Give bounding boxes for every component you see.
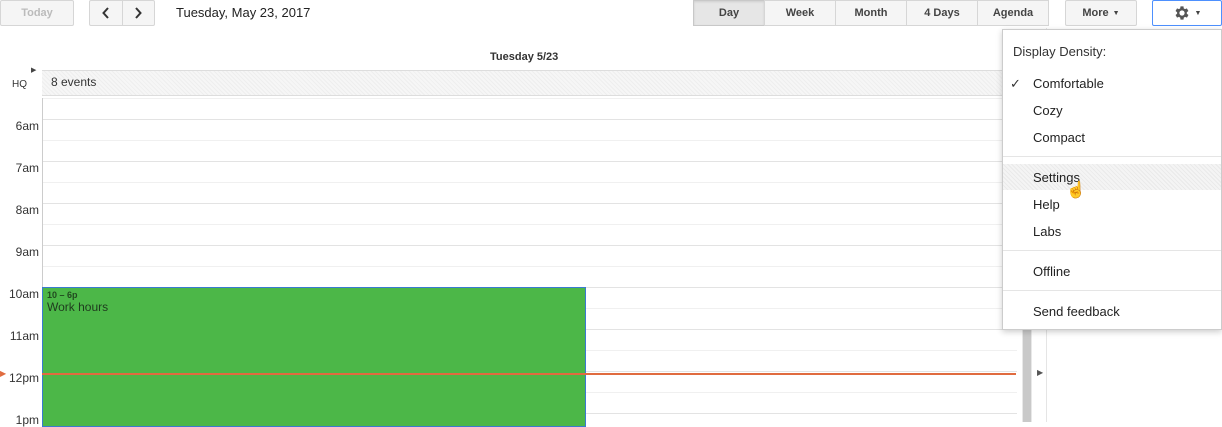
allday-summary[interactable]: 8 events bbox=[51, 75, 96, 89]
menu-separator bbox=[1003, 250, 1221, 251]
menu-item-comfortable[interactable]: ✓ Comfortable bbox=[1003, 70, 1221, 96]
grid-line bbox=[43, 119, 1017, 120]
chevron-right-icon bbox=[135, 7, 143, 19]
chevron-left-icon bbox=[101, 7, 109, 19]
hour-label: 7am bbox=[15, 161, 39, 175]
menu-item-send-feedback[interactable]: Send feedback bbox=[1003, 298, 1221, 324]
display-density-heading: Display Density: bbox=[1013, 44, 1107, 59]
menu-item-cozy[interactable]: Cozy bbox=[1003, 97, 1221, 123]
caret-down-icon: ▼ bbox=[1194, 9, 1202, 17]
view-4days-button[interactable]: 4 Days bbox=[906, 0, 978, 26]
more-button[interactable]: More ▼ bbox=[1065, 0, 1137, 26]
toolbar: Today Tuesday, May 23, 2017 Day Week Mon… bbox=[0, 0, 1222, 28]
grid-line bbox=[43, 98, 1017, 99]
today-button[interactable]: Today bbox=[0, 0, 74, 26]
hour-label: 10am bbox=[8, 287, 39, 301]
menu-item-label: Compact bbox=[1033, 130, 1086, 145]
view-week-button[interactable]: Week bbox=[764, 0, 836, 26]
current-date: Tuesday, May 23, 2017 bbox=[176, 5, 311, 20]
hand-cursor-icon: ☝ bbox=[1066, 182, 1086, 199]
timezone-label: HQ bbox=[12, 79, 27, 90]
menu-separator bbox=[1003, 290, 1221, 291]
day-header[interactable]: Tuesday 5/23 bbox=[490, 51, 558, 63]
hour-label: 8am bbox=[15, 203, 39, 217]
view-agenda-button[interactable]: Agenda bbox=[977, 0, 1049, 26]
event-work-hours[interactable]: 10 – 6p Work hours bbox=[42, 287, 586, 427]
settings-dropdown-menu: Display Density: ✓ Comfortable Cozy Comp… bbox=[1002, 29, 1222, 330]
menu-item-labs[interactable]: Labs bbox=[1003, 218, 1221, 244]
hour-label: 1pm bbox=[15, 413, 39, 427]
menu-item-label: Help bbox=[1033, 197, 1060, 212]
menu-item-offline[interactable]: Offline bbox=[1003, 258, 1221, 284]
hour-label: 11am bbox=[9, 329, 39, 343]
menu-item-label: Labs bbox=[1033, 224, 1062, 239]
allday-row[interactable]: 8 events bbox=[42, 70, 1016, 96]
check-icon: ✓ bbox=[1010, 76, 1021, 91]
menu-separator bbox=[1003, 156, 1221, 157]
menu-item-label: Offline bbox=[1033, 264, 1071, 279]
event-title: Work hours bbox=[47, 300, 109, 314]
current-time-marker-icon: ▶ bbox=[0, 369, 7, 378]
prev-button[interactable] bbox=[90, 0, 123, 26]
grid-line bbox=[43, 203, 1017, 204]
more-label: More bbox=[1082, 7, 1109, 19]
menu-item-label: Comfortable bbox=[1033, 76, 1104, 91]
hour-label: 6am bbox=[15, 119, 39, 133]
caret-down-icon: ▼ bbox=[1112, 9, 1120, 17]
expand-side-panel-icon[interactable]: ▶ bbox=[1037, 368, 1043, 377]
grid-line bbox=[43, 182, 1017, 183]
expand-allday-icon[interactable]: ▶ bbox=[31, 66, 36, 74]
view-month-button[interactable]: Month bbox=[835, 0, 907, 26]
grid-line bbox=[43, 245, 1017, 246]
date-nav bbox=[89, 0, 155, 26]
menu-item-settings[interactable]: Settings bbox=[1003, 164, 1221, 190]
grid-line bbox=[43, 140, 1017, 141]
grid-line bbox=[43, 224, 1017, 225]
scrollbar-thumb[interactable] bbox=[1023, 330, 1031, 422]
grid-line bbox=[43, 161, 1017, 162]
grid-line bbox=[43, 266, 1017, 267]
gear-icon bbox=[1175, 6, 1188, 20]
menu-item-label: Send feedback bbox=[1033, 304, 1120, 319]
menu-item-compact[interactable]: Compact bbox=[1003, 124, 1221, 150]
menu-item-label: Cozy bbox=[1033, 103, 1063, 118]
event-time: 10 – 6p bbox=[47, 290, 78, 300]
view-day-button[interactable]: Day bbox=[693, 0, 765, 26]
hour-label: 9am bbox=[15, 245, 39, 259]
menu-item-help[interactable]: Help bbox=[1003, 191, 1221, 217]
current-time-line bbox=[42, 373, 1016, 375]
next-button[interactable] bbox=[123, 0, 155, 26]
settings-button[interactable]: ▼ bbox=[1152, 0, 1222, 26]
